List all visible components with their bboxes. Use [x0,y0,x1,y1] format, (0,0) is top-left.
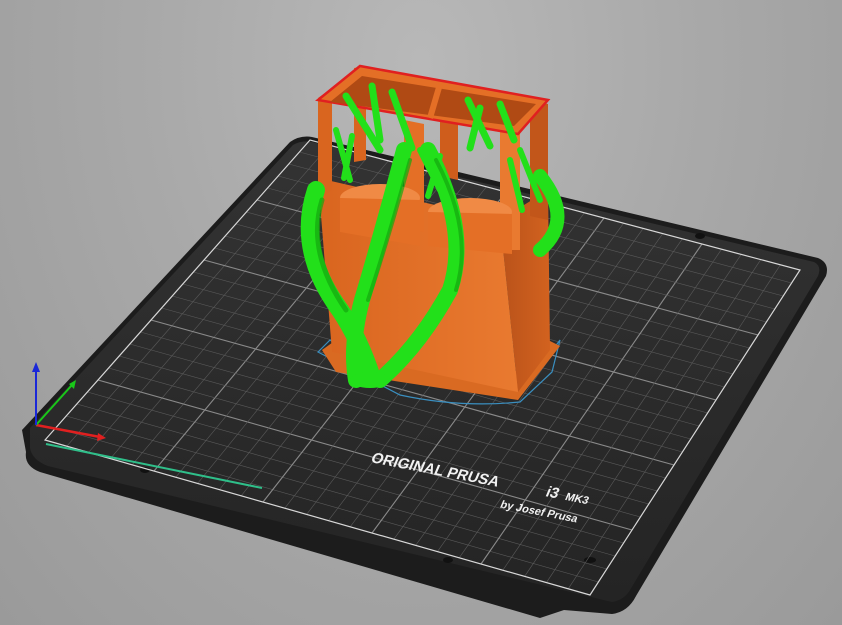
3d-viewport[interactable]: ORIGINAL PRUSA i3 MK3 by Josef Prusa [0,0,842,625]
printed-object[interactable] [300,64,565,405]
bed-screw-hole [443,557,453,563]
3d-scene[interactable]: ORIGINAL PRUSA i3 MK3 by Josef Prusa [0,0,842,625]
z-axis-arrow [32,362,40,372]
support-foot [350,372,390,388]
bed-screw-hole [695,233,705,239]
